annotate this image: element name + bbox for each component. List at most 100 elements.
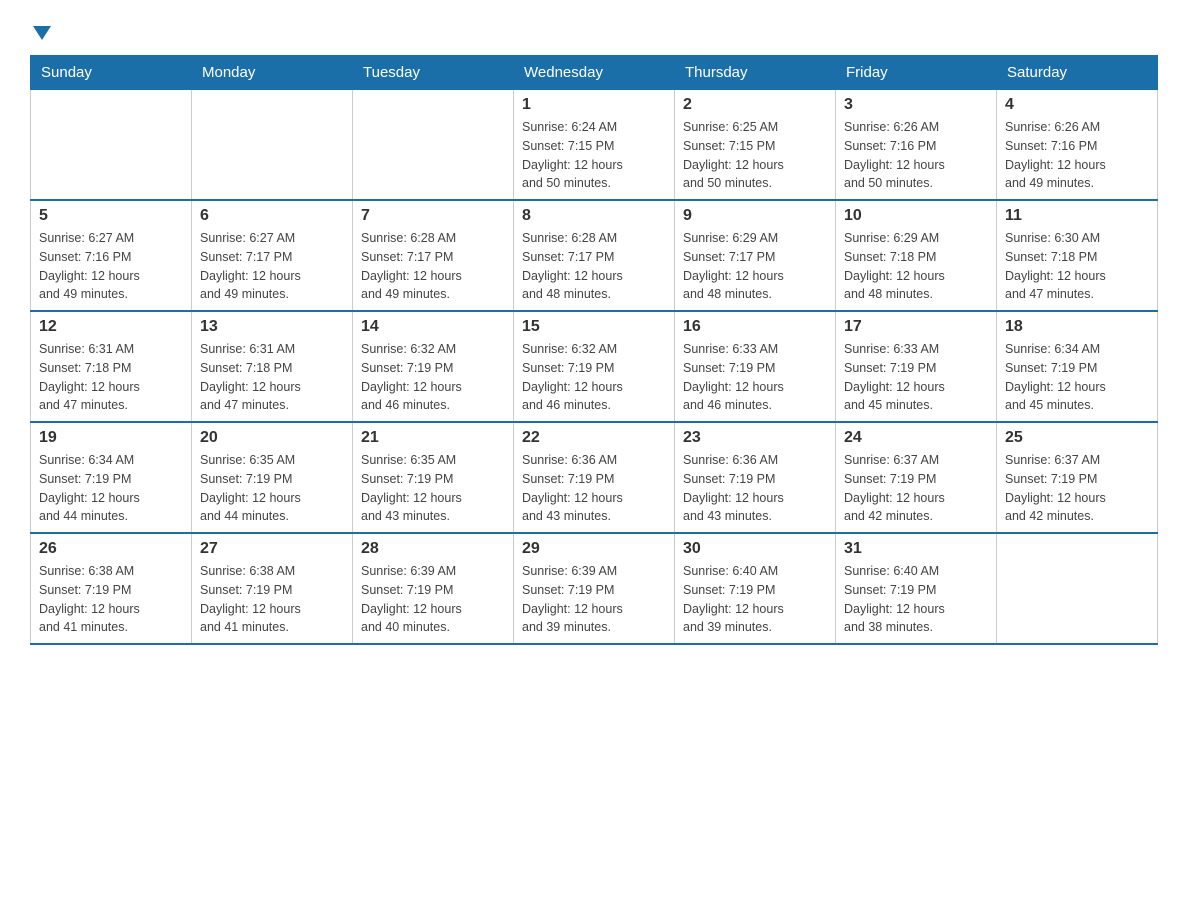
day-number: 8 (522, 207, 666, 225)
day-number: 1 (522, 96, 666, 114)
day-number: 21 (361, 429, 505, 447)
calendar-cell: 2 Sunrise: 6:25 AM Sunset: 7:15 PM Daylig… (675, 90, 836, 201)
day-info: Sunrise: 6:38 AM Sunset: 7:19 PM Dayligh… (39, 562, 183, 637)
calendar-cell: 12 Sunrise: 6:31 AM Sunset: 7:18 PM Dayli… (31, 311, 192, 422)
day-number: 26 (39, 540, 183, 558)
day-info: Sunrise: 6:29 AM Sunset: 7:18 PM Dayligh… (844, 229, 988, 304)
day-number: 30 (683, 540, 827, 558)
day-number: 6 (200, 207, 344, 225)
calendar-week-4: 19 Sunrise: 6:34 AM Sunset: 7:19 PM Dayli… (31, 422, 1158, 533)
calendar-cell: 23Sunrise: 6:36 AM Sunset: 7:19 PM Dayli… (675, 422, 836, 533)
day-info: Sunrise: 6:25 AM Sunset: 7:15 PM Dayligh… (683, 118, 827, 193)
calendar-cell: 25 Sunrise: 6:37 AM Sunset: 7:19 PM Dayli… (997, 422, 1158, 533)
calendar-week-2: 5Sunrise: 6:27 AM Sunset: 7:16 PM Daylig… (31, 200, 1158, 311)
calendar-cell: 30Sunrise: 6:40 AM Sunset: 7:19 PM Dayli… (675, 533, 836, 644)
day-number: 14 (361, 318, 505, 336)
calendar-cell: 6Sunrise: 6:27 AM Sunset: 7:17 PM Daylig… (192, 200, 353, 311)
day-number: 19 (39, 429, 183, 447)
calendar-cell (997, 533, 1158, 644)
calendar-week-5: 26 Sunrise: 6:38 AM Sunset: 7:19 PM Dayli… (31, 533, 1158, 644)
logo-triangle-icon (33, 26, 51, 45)
calendar-cell: 24 Sunrise: 6:37 AM Sunset: 7:19 PM Dayli… (836, 422, 997, 533)
day-info: Sunrise: 6:32 AM Sunset: 7:19 PM Dayligh… (361, 340, 505, 415)
calendar-header-friday: Friday (836, 56, 997, 90)
calendar-cell: 14 Sunrise: 6:32 AM Sunset: 7:19 PM Dayli… (353, 311, 514, 422)
day-info: Sunrise: 6:38 AM Sunset: 7:19 PM Dayligh… (200, 562, 344, 637)
calendar-cell: 22 Sunrise: 6:36 AM Sunset: 7:19 PM Dayli… (514, 422, 675, 533)
calendar-cell (31, 90, 192, 201)
day-info: Sunrise: 6:30 AM Sunset: 7:18 PM Dayligh… (1005, 229, 1149, 304)
day-number: 24 (844, 429, 988, 447)
calendar-header-wednesday: Wednesday (514, 56, 675, 90)
calendar-header-sunday: Sunday (31, 56, 192, 90)
day-info: Sunrise: 6:40 AM Sunset: 7:19 PM Dayligh… (844, 562, 988, 637)
calendar-header-thursday: Thursday (675, 56, 836, 90)
day-info: Sunrise: 6:26 AM Sunset: 7:16 PM Dayligh… (844, 118, 988, 193)
day-number: 18 (1005, 318, 1149, 336)
calendar-cell: 7Sunrise: 6:28 AM Sunset: 7:17 PM Daylig… (353, 200, 514, 311)
day-number: 29 (522, 540, 666, 558)
calendar-cell: 13 Sunrise: 6:31 AM Sunset: 7:18 PM Dayli… (192, 311, 353, 422)
day-number: 11 (1005, 207, 1149, 225)
day-number: 27 (200, 540, 344, 558)
day-info: Sunrise: 6:36 AM Sunset: 7:19 PM Dayligh… (522, 451, 666, 526)
calendar-header-tuesday: Tuesday (353, 56, 514, 90)
calendar-cell: 28 Sunrise: 6:39 AM Sunset: 7:19 PM Dayli… (353, 533, 514, 644)
calendar-cell: 27 Sunrise: 6:38 AM Sunset: 7:19 PM Dayli… (192, 533, 353, 644)
day-info: Sunrise: 6:33 AM Sunset: 7:19 PM Dayligh… (683, 340, 827, 415)
calendar-cell: 16 Sunrise: 6:33 AM Sunset: 7:19 PM Dayli… (675, 311, 836, 422)
day-number: 4 (1005, 96, 1149, 114)
calendar-cell: 15Sunrise: 6:32 AM Sunset: 7:19 PM Dayli… (514, 311, 675, 422)
calendar-cell (192, 90, 353, 201)
day-info: Sunrise: 6:37 AM Sunset: 7:19 PM Dayligh… (844, 451, 988, 526)
calendar-cell: 17 Sunrise: 6:33 AM Sunset: 7:19 PM Dayli… (836, 311, 997, 422)
calendar-cell: 10 Sunrise: 6:29 AM Sunset: 7:18 PM Dayli… (836, 200, 997, 311)
calendar-week-1: 1 Sunrise: 6:24 AM Sunset: 7:15 PM Daylig… (31, 90, 1158, 201)
calendar-table: SundayMondayTuesdayWednesdayThursdayFrid… (30, 55, 1158, 645)
calendar-cell: 19 Sunrise: 6:34 AM Sunset: 7:19 PM Dayli… (31, 422, 192, 533)
calendar-cell: 31 Sunrise: 6:40 AM Sunset: 7:19 PM Dayli… (836, 533, 997, 644)
calendar-cell: 29 Sunrise: 6:39 AM Sunset: 7:19 PM Dayli… (514, 533, 675, 644)
calendar-header-row: SundayMondayTuesdayWednesdayThursdayFrid… (31, 56, 1158, 90)
day-info: Sunrise: 6:39 AM Sunset: 7:19 PM Dayligh… (361, 562, 505, 637)
day-number: 9 (683, 207, 827, 225)
day-info: Sunrise: 6:33 AM Sunset: 7:19 PM Dayligh… (844, 340, 988, 415)
day-info: Sunrise: 6:39 AM Sunset: 7:19 PM Dayligh… (522, 562, 666, 637)
calendar-cell: 26 Sunrise: 6:38 AM Sunset: 7:19 PM Dayli… (31, 533, 192, 644)
day-info: Sunrise: 6:28 AM Sunset: 7:17 PM Dayligh… (522, 229, 666, 304)
day-number: 12 (39, 318, 183, 336)
day-info: Sunrise: 6:37 AM Sunset: 7:19 PM Dayligh… (1005, 451, 1149, 526)
day-number: 2 (683, 96, 827, 114)
day-number: 31 (844, 540, 988, 558)
day-number: 17 (844, 318, 988, 336)
day-number: 25 (1005, 429, 1149, 447)
day-info: Sunrise: 6:35 AM Sunset: 7:19 PM Dayligh… (200, 451, 344, 526)
day-info: Sunrise: 6:29 AM Sunset: 7:17 PM Dayligh… (683, 229, 827, 304)
calendar-week-3: 12 Sunrise: 6:31 AM Sunset: 7:18 PM Dayli… (31, 311, 1158, 422)
day-number: 20 (200, 429, 344, 447)
day-number: 13 (200, 318, 344, 336)
day-info: Sunrise: 6:35 AM Sunset: 7:19 PM Dayligh… (361, 451, 505, 526)
day-number: 16 (683, 318, 827, 336)
calendar-cell: 5Sunrise: 6:27 AM Sunset: 7:16 PM Daylig… (31, 200, 192, 311)
day-number: 7 (361, 207, 505, 225)
calendar-header-monday: Monday (192, 56, 353, 90)
calendar-cell: 21 Sunrise: 6:35 AM Sunset: 7:19 PM Dayli… (353, 422, 514, 533)
day-info: Sunrise: 6:36 AM Sunset: 7:19 PM Dayligh… (683, 451, 827, 526)
calendar-cell: 1 Sunrise: 6:24 AM Sunset: 7:15 PM Daylig… (514, 90, 675, 201)
calendar-cell: 18 Sunrise: 6:34 AM Sunset: 7:19 PM Dayli… (997, 311, 1158, 422)
day-info: Sunrise: 6:34 AM Sunset: 7:19 PM Dayligh… (39, 451, 183, 526)
day-number: 10 (844, 207, 988, 225)
calendar-cell: 8 Sunrise: 6:28 AM Sunset: 7:17 PM Daylig… (514, 200, 675, 311)
day-info: Sunrise: 6:31 AM Sunset: 7:18 PM Dayligh… (200, 340, 344, 415)
day-info: Sunrise: 6:31 AM Sunset: 7:18 PM Dayligh… (39, 340, 183, 415)
day-info: Sunrise: 6:24 AM Sunset: 7:15 PM Dayligh… (522, 118, 666, 193)
calendar-header-saturday: Saturday (997, 56, 1158, 90)
calendar-cell: 11 Sunrise: 6:30 AM Sunset: 7:18 PM Dayli… (997, 200, 1158, 311)
day-info: Sunrise: 6:34 AM Sunset: 7:19 PM Dayligh… (1005, 340, 1149, 415)
header (30, 20, 1158, 45)
day-number: 15 (522, 318, 666, 336)
day-number: 22 (522, 429, 666, 447)
day-number: 28 (361, 540, 505, 558)
day-number: 5 (39, 207, 183, 225)
